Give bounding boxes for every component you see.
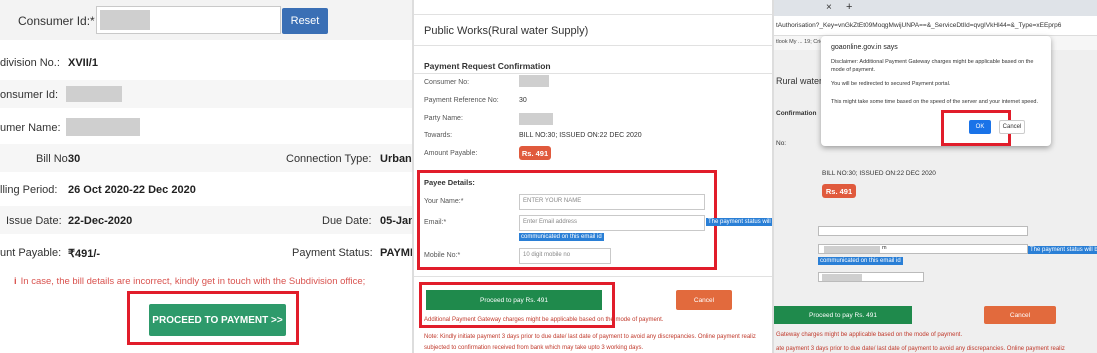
mobile-label: Mobile No:* — [424, 252, 461, 259]
bg-no-label: No: — [776, 140, 787, 147]
towards-value: BILL NO:30; ISSUED ON:22 DEC 2020 — [519, 132, 642, 139]
connection-type-value: Urban — [380, 153, 412, 165]
redacted-email — [824, 246, 880, 253]
dialog-cancel-button[interactable]: Cancel — [999, 120, 1025, 134]
row-background — [0, 80, 412, 108]
close-tab-icon[interactable]: × — [826, 2, 832, 13]
your-name-label: Your Name:* — [424, 198, 464, 205]
address-bar[interactable]: tAuthorisation?_Key=vnGkZtEt09MoqgMwijUN… — [774, 16, 1097, 36]
payment-status-value: PAYME — [380, 247, 412, 259]
bg-email-hint-2: communicated on this email id — [818, 257, 903, 265]
bg-gateway-warning: Gateway charges might be applicable base… — [776, 332, 963, 338]
bg-proceed-to-pay-button: Proceed to pay Rs. 491 — [774, 306, 912, 324]
billing-period-label: lling Period: — [0, 184, 58, 196]
bill-no-label: Bill No: — [36, 153, 71, 165]
redacted-consumer-id-value — [66, 86, 122, 102]
redirect-dialog-panel: × + tAuthorisation?_Key=vnGkZtEt09MoqgMw… — [772, 0, 1097, 353]
issue-date-label: Issue Date: — [6, 215, 62, 227]
bg-cancel-button: Cancel — [984, 306, 1056, 324]
dialog-redirect-text: You will be redirected to secured Paymen… — [831, 81, 951, 87]
new-tab-icon[interactable]: + — [846, 1, 852, 13]
email-label: Email:* — [424, 219, 447, 226]
divider — [414, 276, 772, 277]
email-hint-1: The payment status will b — [706, 218, 772, 226]
bill-no-value: 30 — [68, 153, 81, 165]
connection-type-label: Connection Type: — [286, 153, 372, 165]
due-date-value: 05-Jan — [380, 215, 412, 227]
section-title: Payment Request Confirmation — [424, 61, 551, 71]
bg-confirmation-title: Confirmation — [776, 110, 817, 117]
cancel-button[interactable]: Cancel — [676, 290, 732, 310]
redacted-consumer-id — [100, 10, 150, 30]
bg-email-suffix: m — [882, 245, 887, 251]
mobile-input[interactable]: 10 digit mobile no — [519, 248, 611, 264]
payment-confirmation-panel: Public Works(Rural water Supply) Payment… — [412, 0, 772, 353]
consumer-no-label: Consumer No: — [424, 79, 470, 86]
payment-note-2: subjected to confirmation received from … — [424, 345, 644, 351]
bg-payment-note: ate payment 3 days prior to due date/ la… — [776, 346, 1065, 352]
ok-button[interactable]: OK — [969, 120, 991, 134]
redacted-mobile — [822, 274, 862, 281]
consumer-id-label: Consumer Id:* — [18, 14, 95, 28]
redacted-party-name — [519, 113, 553, 125]
amount-badge: Rs. 491 — [519, 146, 551, 160]
info-icon: i — [14, 276, 17, 287]
amount-payable-value: ₹491/- — [68, 248, 101, 260]
bg-name-input — [818, 226, 1028, 236]
dialog-disclaimer: Disclaimer: Additional Payment Gateway c… — [831, 59, 1034, 73]
redacted-consumer-name — [66, 118, 140, 136]
proceed-to-payment-button[interactable]: PROCEED TO PAYMENT >> — [149, 304, 286, 336]
email-input[interactable]: Enter Email address — [519, 215, 705, 231]
bill-details-note: i In case, the bill details are incorrect… — [14, 276, 365, 287]
issue-date-value: 22-Dec-2020 — [68, 215, 133, 227]
confirm-dialog: goaonline.gov.in says Disclaimer: Additi… — [821, 36, 1051, 146]
amount-payable-label: unt Payable: — [0, 247, 62, 259]
browser-tab-bar: × + — [774, 0, 1097, 16]
note-text: In case, the bill details are incorrect,… — [20, 276, 366, 287]
payment-status-label: Payment Status: — [292, 247, 373, 259]
payment-ref-label: Payment Reference No: — [424, 97, 499, 104]
divider — [414, 73, 772, 74]
subdivision-value: XVII/1 — [68, 57, 98, 69]
department-header: Public Works(Rural water Supply) — [414, 14, 772, 46]
party-name-label: Party Name: — [424, 115, 463, 122]
consumer-id-row-label: onsumer Id: — [0, 89, 59, 101]
payee-details-title: Payee Details: — [424, 178, 475, 187]
reset-button[interactable]: Reset — [282, 8, 328, 34]
page-background: Rural water S Confirmation No: BILL NO:3… — [774, 36, 1097, 353]
your-name-input[interactable]: ENTER YOUR NAME — [519, 194, 705, 210]
amount-payable-label: Amount Payable: — [424, 150, 478, 157]
due-date-label: Due Date: — [322, 215, 372, 227]
dialog-title: goaonline.gov.in says — [831, 44, 898, 51]
bg-bill-text: BILL NO:30; ISSUED ON:22 DEC 2020 — [822, 170, 936, 177]
proceed-to-pay-button[interactable]: Proceed to pay Rs. 491 — [426, 290, 602, 310]
bg-email-hint-1: The payment status will b — [1028, 246, 1097, 254]
consumer-name-label: umer Name: — [0, 122, 61, 134]
dialog-speed-text: This might take some time based on the s… — [831, 99, 1038, 105]
gateway-charges-warning: Additional Payment Gateway charges might… — [424, 317, 664, 323]
subdivision-label: division No.: — [0, 57, 60, 69]
payment-note: Note: Kindly initiate payment 3 days pri… — [424, 334, 756, 340]
redacted-consumer-no — [519, 75, 549, 87]
billing-period-value: 26 Oct 2020-22 Dec 2020 — [68, 184, 196, 196]
payment-ref-value: 30 — [519, 97, 527, 104]
bill-details-panel: Consumer Id:* Reset division No.: XVII/1… — [0, 0, 412, 353]
towards-label: Towards: — [424, 132, 453, 139]
bg-amount-badge: Rs. 491 — [822, 184, 856, 198]
email-hint-2: communicated on this email id — [519, 233, 604, 241]
